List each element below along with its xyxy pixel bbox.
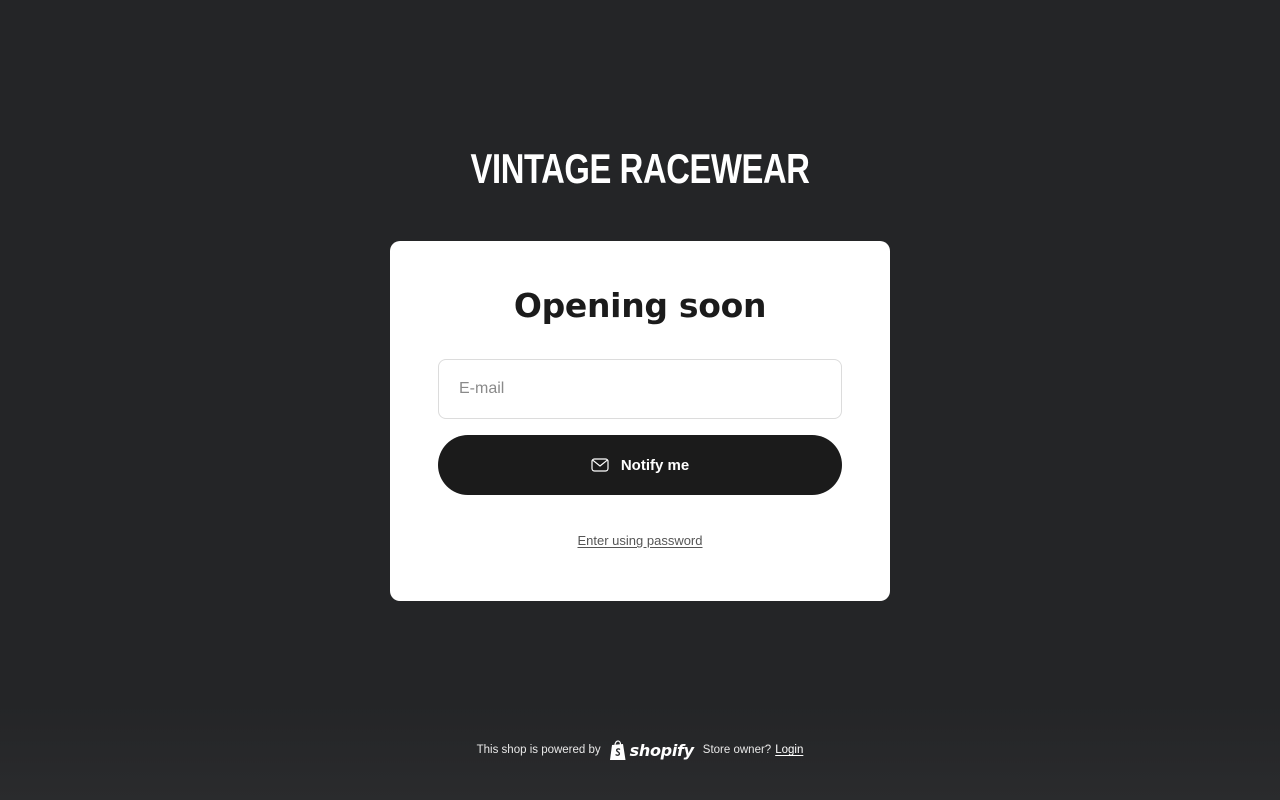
notify-button[interactable]: Notify me (438, 435, 842, 495)
mail-icon (591, 458, 609, 472)
shopify-wordmark: shopify (629, 740, 694, 760)
login-link[interactable]: Login (775, 744, 803, 756)
footer: This shop is powered by shopify Store ow… (0, 738, 1280, 762)
powered-by-text: This shop is powered by (476, 744, 601, 756)
store-owner-text: Store owner? (702, 744, 772, 756)
password-link-row: Enter using password (0, 532, 1280, 550)
email-field[interactable] (438, 359, 842, 419)
store-title: VINTAGE RACEWEAR (470, 145, 810, 192)
card-heading: Opening soon (513, 286, 767, 325)
notify-button-label: Notify me (620, 456, 690, 474)
enter-password-link[interactable]: Enter using password (577, 533, 702, 548)
shopify-logo[interactable]: shopify (609, 739, 694, 761)
shopify-bag-icon (609, 739, 627, 761)
